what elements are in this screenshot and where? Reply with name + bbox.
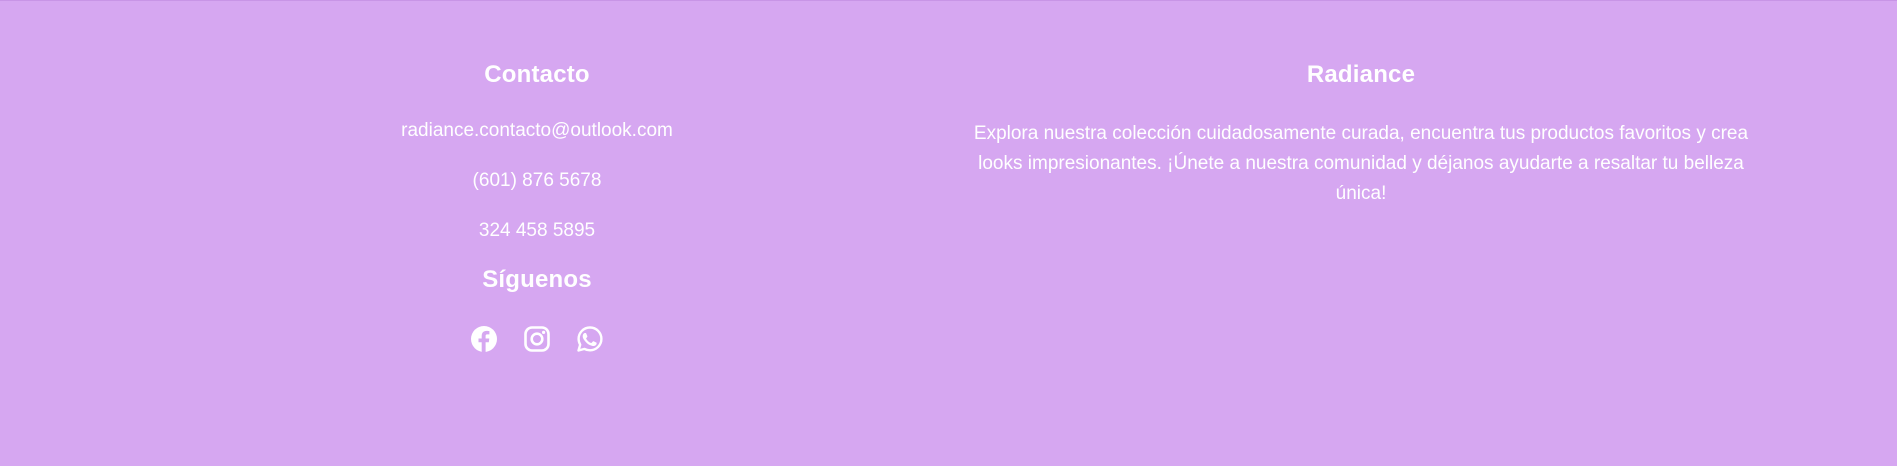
- facebook-icon[interactable]: [470, 325, 498, 353]
- brand-description: Explora nuestra colección cuidadosamente…: [973, 123, 1749, 204]
- footer-top-border: [0, 0, 1897, 1]
- social-title: Síguenos: [482, 266, 592, 293]
- contact-title: Contacto: [484, 61, 590, 88]
- contact-email[interactable]: radiance.contacto@outlook.com: [337, 120, 737, 142]
- brand-title: Radiance: [1306, 61, 1416, 88]
- instagram-icon[interactable]: [523, 325, 551, 353]
- contact-phone-1[interactable]: (601) 876 5678: [337, 170, 737, 192]
- whatsapp-icon[interactable]: [576, 325, 604, 353]
- social-links: [337, 325, 737, 353]
- contact-phone-2[interactable]: 324 458 5895: [337, 220, 737, 242]
